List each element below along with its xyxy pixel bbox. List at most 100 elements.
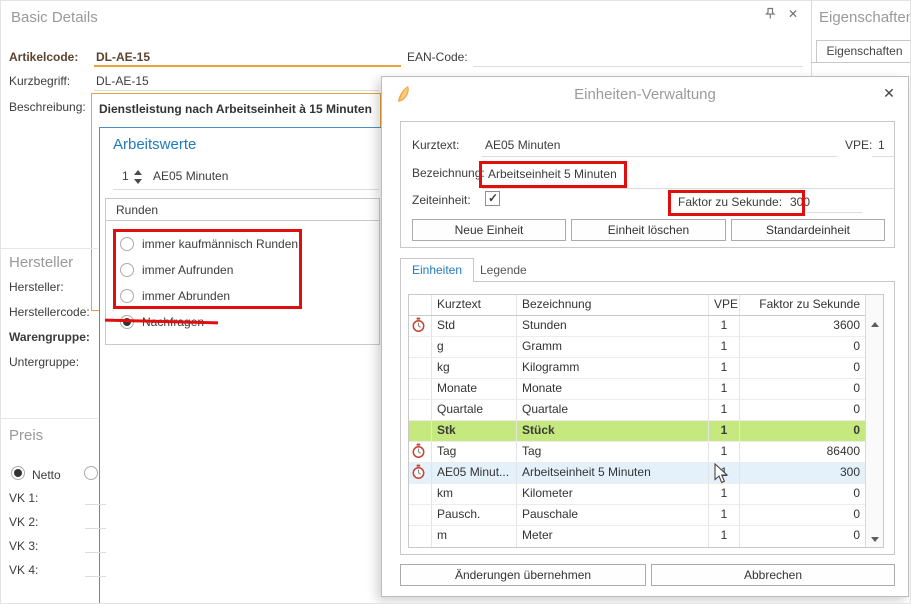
brutto-radio[interactable] <box>84 466 98 480</box>
table-row[interactable]: Pausch.Pauschale10 <box>409 505 865 526</box>
kurztext-value[interactable]: AE05 Minuten <box>485 138 560 152</box>
cell-kurztext[interactable]: Stk <box>432 421 517 441</box>
cell-bezeichnung[interactable]: Gramm <box>517 337 709 357</box>
column-header[interactable]: Faktor zu Sekunde <box>740 295 865 315</box>
stepper-down-icon[interactable] <box>134 179 142 184</box>
cell-vpe[interactable]: 1 <box>709 400 740 420</box>
stepper-up-icon[interactable] <box>134 170 142 175</box>
cell-kurztext[interactable]: AE05 Minut... <box>432 463 517 483</box>
radio-button-icon[interactable] <box>120 289 134 303</box>
bezeichnung-value[interactable]: Arbeitseinheit 5 Minuten <box>488 167 617 181</box>
neue-einheit-button[interactable]: Neue Einheit <box>412 219 566 241</box>
cell-kurztext[interactable]: Quartale <box>432 400 517 420</box>
cell-kurztext[interactable]: m <box>432 526 517 547</box>
table-row[interactable]: StdStunden13600 <box>409 316 865 337</box>
quantity-value[interactable]: 1 <box>122 169 129 183</box>
cell-bezeichnung[interactable]: Kilogramm <box>517 358 709 378</box>
cell-kurztext[interactable]: kg <box>432 358 517 378</box>
cell-kurztext[interactable]: km <box>432 484 517 504</box>
cell-faktor[interactable]: 0 <box>740 379 865 399</box>
cell-bezeichnung[interactable]: Meter <box>517 526 709 547</box>
radio-button-icon[interactable] <box>120 263 134 277</box>
column-header[interactable] <box>409 295 432 315</box>
standardeinheit-button[interactable]: Standardeinheit <box>731 219 885 241</box>
field-label: Untergruppe: <box>9 355 90 380</box>
cell-vpe[interactable]: 1 <box>709 337 740 357</box>
artikelcode-value[interactable]: DL-AE-15 <box>96 50 150 64</box>
table-row[interactable]: TagTag186400 <box>409 442 865 463</box>
dialog-close-icon[interactable] <box>878 85 900 105</box>
cell-vpe[interactable]: 1 <box>709 358 740 378</box>
radio-option[interactable]: immer Aufrunden <box>120 257 379 283</box>
column-header[interactable]: VPE <box>709 295 740 315</box>
cell-bezeichnung[interactable]: Quartale <box>517 400 709 420</box>
field-underline[interactable] <box>85 576 106 577</box>
radio-button-icon[interactable] <box>120 237 134 251</box>
cell-faktor[interactable]: 0 <box>740 484 865 504</box>
cell-kurztext[interactable]: Monate <box>432 379 517 399</box>
netto-radio[interactable] <box>11 466 25 480</box>
runden-header[interactable]: Runden <box>106 199 379 221</box>
cell-kurztext[interactable]: Pausch. <box>432 505 517 525</box>
table-row[interactable]: gGramm10 <box>409 337 865 358</box>
unit-value[interactable]: AE05 Minuten <box>153 169 228 183</box>
cell-vpe[interactable]: 1 <box>709 505 740 525</box>
cell-vpe[interactable]: 1 <box>709 316 740 336</box>
cell-kurztext[interactable]: g <box>432 337 517 357</box>
cell-bezeichnung[interactable]: Stunden <box>517 316 709 336</box>
table-row[interactable]: AE05 Minut...Arbeitseinheit 5 Minuten130… <box>409 463 865 484</box>
faktor-value[interactable]: 300 <box>790 195 810 209</box>
cell-bezeichnung[interactable]: Arbeitseinheit 5 Minuten <box>517 463 709 483</box>
scroll-down-icon[interactable] <box>871 537 879 542</box>
kurzbegriff-value[interactable]: DL-AE-15 <box>96 74 149 88</box>
cell-faktor[interactable]: 0 <box>740 505 865 525</box>
cell-bezeichnung[interactable]: Stück <box>517 421 709 441</box>
table-row[interactable]: mMeter10 <box>409 526 865 547</box>
aenderungen-uebernehmen-button[interactable]: Änderungen übernehmen <box>400 564 646 586</box>
table-row[interactable]: StkStück10 <box>409 421 865 442</box>
radio-option[interactable]: immer kaufmännisch Runden <box>120 231 379 257</box>
cell-faktor[interactable]: 3600 <box>740 316 865 336</box>
table-row[interactable]: kgKilogramm10 <box>409 358 865 379</box>
tab-eigenschaften[interactable]: Eigenschaften <box>816 40 911 63</box>
field-underline[interactable] <box>85 552 106 553</box>
cell-bezeichnung[interactable]: Pauschale <box>517 505 709 525</box>
cell-bezeichnung[interactable]: Monate <box>517 379 709 399</box>
cell-faktor[interactable]: 0 <box>740 400 865 420</box>
pin-icon[interactable] <box>764 7 777 23</box>
cell-faktor[interactable]: 300 <box>740 463 865 483</box>
cell-kurztext[interactable]: Std <box>432 316 517 336</box>
cell-vpe[interactable]: 1 <box>709 379 740 399</box>
table-row[interactable]: MonateMonate10 <box>409 379 865 400</box>
cell-vpe[interactable]: 1 <box>709 421 740 441</box>
cell-faktor[interactable]: 86400 <box>740 442 865 462</box>
tab-einheiten[interactable]: Einheiten <box>400 258 474 282</box>
tab-legende[interactable]: Legende <box>480 263 527 277</box>
cell-bezeichnung[interactable]: Tag <box>517 442 709 462</box>
cell-bezeichnung[interactable]: Kilometer <box>517 484 709 504</box>
column-header[interactable]: Kurztext <box>432 295 517 315</box>
table-row[interactable]: kmKilometer10 <box>409 484 865 505</box>
scroll-up-icon[interactable] <box>871 322 879 327</box>
field-underline[interactable] <box>85 528 106 529</box>
vpe-value[interactable]: 1 <box>878 138 885 152</box>
table-row[interactable]: QuartaleQuartale10 <box>409 400 865 421</box>
cell-vpe[interactable]: 1 <box>709 442 740 462</box>
zeiteinheit-checkbox[interactable] <box>485 191 500 206</box>
cell-faktor[interactable]: 0 <box>740 337 865 357</box>
field-underline[interactable] <box>85 504 106 505</box>
cell-faktor[interactable]: 0 <box>740 358 865 378</box>
close-icon[interactable] <box>784 7 802 25</box>
cell-faktor[interactable]: 0 <box>740 421 865 441</box>
ean-code-underline[interactable] <box>473 66 803 67</box>
runden-radio-group: immer kaufmännisch Rundenimmer Aufrunden… <box>106 221 379 335</box>
cell-vpe[interactable]: 1 <box>709 526 740 547</box>
column-header[interactable]: Bezeichnung <box>517 295 709 315</box>
quantity-stepper[interactable] <box>134 170 143 184</box>
einheit-loeschen-button[interactable]: Einheit löschen <box>571 219 726 241</box>
cell-kurztext[interactable]: Tag <box>432 442 517 462</box>
table-scrollbar[interactable] <box>865 295 883 547</box>
cell-faktor[interactable]: 0 <box>740 526 865 547</box>
abbrechen-button[interactable]: Abbrechen <box>651 564 895 586</box>
radio-option[interactable]: immer Abrunden <box>120 283 379 309</box>
